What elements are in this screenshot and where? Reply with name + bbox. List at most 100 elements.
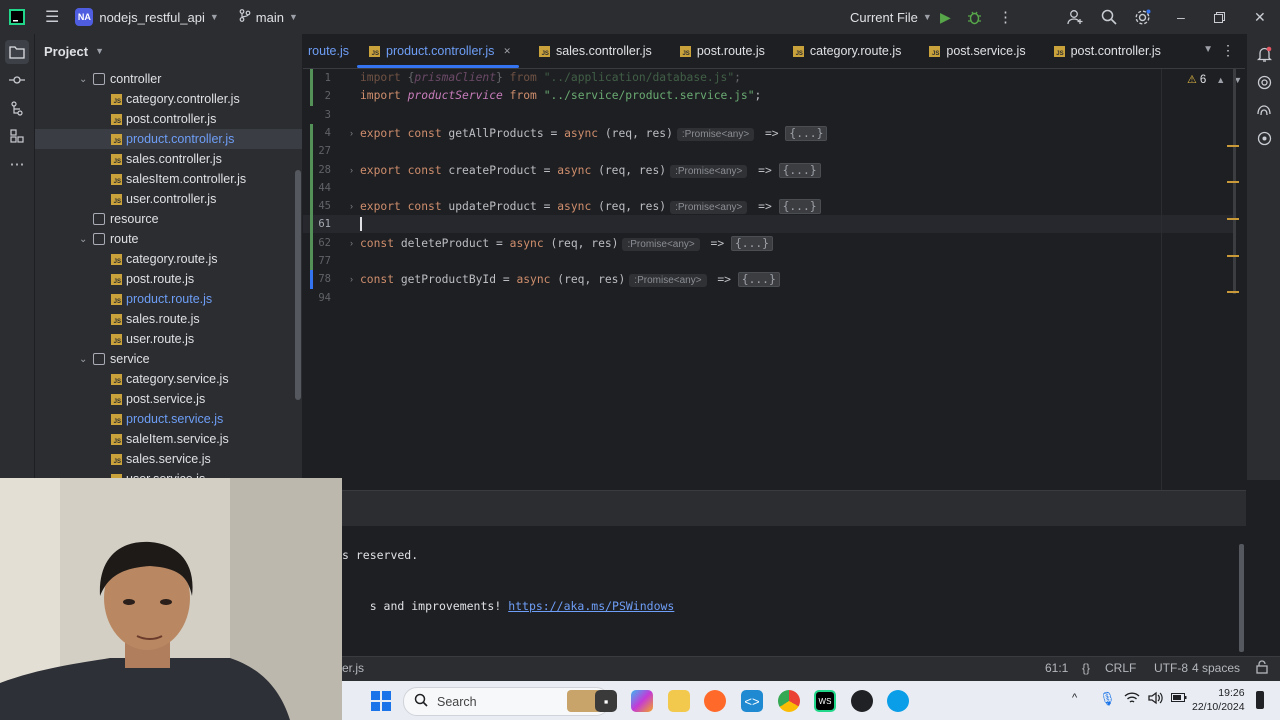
tree-file[interactable]: JS post.controller.js — [35, 109, 302, 129]
tree-file[interactable]: JS category.controller.js — [35, 89, 302, 109]
tab[interactable]: route.js — [303, 34, 357, 68]
minimize-icon[interactable]: – — [1177, 0, 1185, 34]
app-icon[interactable] — [887, 690, 909, 712]
warning-marker[interactable] — [1227, 291, 1239, 293]
tree-file[interactable]: JS user.route.js — [35, 329, 302, 349]
warning-marker[interactable] — [1227, 255, 1239, 257]
tray-overflow-icon[interactable]: ^ — [1072, 692, 1077, 704]
tree-file[interactable]: JS product.service.js — [35, 409, 302, 429]
webstorm-logo-icon[interactable] — [9, 0, 25, 34]
breadcrumb-file[interactable]: er.js — [342, 661, 364, 675]
task-view-icon[interactable]: ▪ — [595, 690, 617, 712]
code-line[interactable]: const getProductById = async (req, res):… — [360, 272, 780, 288]
tab[interactable]: JS post.service.js — [909, 34, 1033, 68]
tree-file[interactable]: JS category.service.js — [35, 369, 302, 389]
code-line[interactable]: export const updateProduct = async (req,… — [360, 199, 821, 215]
tree-folder[interactable]: resource — [35, 209, 302, 229]
file-explorer-icon[interactable] — [668, 690, 690, 712]
fold-expand-icon[interactable]: › — [350, 128, 353, 138]
settings-gear-icon[interactable] — [1134, 0, 1151, 34]
tree-folder[interactable]: ⌄ route — [35, 229, 302, 249]
previous-highlight-icon[interactable]: ▲ — [1216, 75, 1225, 85]
warning-marker[interactable] — [1227, 181, 1239, 183]
code-line[interactable]: export const getAllProducts = async (req… — [360, 125, 828, 141]
tab[interactable]: JS sales.controller.js — [519, 34, 660, 68]
tree-file[interactable]: JS product.controller.js — [35, 129, 302, 149]
warning-marker[interactable] — [1227, 145, 1239, 147]
chevron-down-icon[interactable]: ⌄ — [79, 234, 93, 245]
more-actions-icon[interactable]: ⋮ — [998, 0, 1013, 34]
tree-folder[interactable]: ⌄ service — [35, 349, 302, 369]
terminal-panel[interactable]: s reserved. s and improvements! https://… — [342, 526, 1246, 656]
battery-icon[interactable] — [1171, 691, 1187, 706]
tabs-more-icon[interactable]: ⋮ — [1221, 42, 1235, 59]
debug-icon[interactable] — [967, 0, 982, 34]
windows-start-icon[interactable] — [370, 690, 392, 712]
copilot-app-icon[interactable] — [631, 690, 653, 712]
project-scrollbar[interactable] — [295, 170, 301, 400]
main-menu-icon[interactable]: ☰ — [45, 0, 59, 34]
tab-active[interactable]: JS product.controller.js ✕ — [357, 34, 519, 68]
tree-folder[interactable]: ⌄ controller — [35, 69, 302, 89]
tree-file[interactable]: JS product.route.js — [35, 289, 302, 309]
folder-icon[interactable] — [5, 40, 29, 64]
error-stripe[interactable] — [1227, 69, 1239, 490]
code-line[interactable]: const deleteProduct = async (req, res):P… — [360, 235, 773, 251]
tab[interactable]: JS post.route.js — [660, 34, 773, 68]
tree-file[interactable]: JS sales.service.js — [35, 449, 302, 469]
code-line[interactable]: export const createProduct = async (req,… — [360, 162, 821, 178]
run-config-selector[interactable]: Current File ▼ — [850, 0, 932, 34]
fold-expand-icon[interactable]: › — [350, 165, 353, 175]
commit-icon[interactable] — [5, 68, 29, 92]
tab[interactable]: JS category.route.js — [773, 34, 909, 68]
search-icon[interactable] — [1101, 0, 1117, 34]
chrome-icon[interactable] — [778, 690, 800, 712]
tree-file[interactable]: JS salesItem.controller.js — [35, 169, 302, 189]
clock[interactable]: 19:26 22/10/2024 — [1192, 686, 1245, 714]
tree-file[interactable]: JS post.service.js — [35, 389, 302, 409]
run-icon[interactable]: ▶ — [940, 0, 951, 34]
ai-assistant-icon[interactable] — [1252, 70, 1276, 94]
tree-file[interactable]: JS sales.controller.js — [35, 149, 302, 169]
code-editor[interactable]: 1 2 3 4 › 27 28 › 44 45 › 61 62 › 77 78 › 94 import {pris… — [303, 69, 1245, 490]
chevron-down-icon[interactable]: ⌄ — [79, 74, 93, 85]
more-icon[interactable]: ⋯ — [5, 152, 29, 176]
tree-file[interactable]: JS saleItem.service.js — [35, 429, 302, 449]
fold-expand-icon[interactable]: › — [350, 274, 353, 284]
notifications-icon[interactable] — [1252, 42, 1276, 66]
firefox-icon[interactable] — [704, 690, 726, 712]
code-style-icon[interactable]: {} — [1082, 661, 1090, 675]
endpoints-icon[interactable] — [1252, 126, 1276, 150]
close-tab-icon[interactable]: ✕ — [503, 46, 511, 57]
restore-icon[interactable] — [1214, 0, 1225, 34]
caret-position[interactable]: 61:1 — [1045, 661, 1068, 675]
webstorm-taskbar-icon[interactable]: WS — [814, 690, 836, 712]
code-line[interactable]: import {prismaClient} from "../applicati… — [360, 71, 741, 84]
tabs-overflow-icon[interactable]: ▼ — [1203, 44, 1213, 55]
close-window-icon[interactable]: ✕ — [1254, 0, 1266, 34]
chevron-down-icon[interactable]: ⌄ — [79, 354, 93, 365]
tree-file[interactable]: JS post.route.js — [35, 269, 302, 289]
github-desktop-icon[interactable] — [851, 690, 873, 712]
plugins-icon[interactable] — [5, 124, 29, 148]
terminal-scrollbar[interactable] — [1239, 544, 1244, 652]
branch-switcher[interactable]: main ▼ — [239, 0, 298, 34]
fold-expand-icon[interactable]: › — [350, 201, 353, 211]
volume-icon[interactable] — [1148, 691, 1164, 708]
structure-icon[interactable] — [5, 96, 29, 120]
copilot-icon[interactable] — [1252, 98, 1276, 122]
taskbar-search[interactable]: Search — [403, 687, 610, 716]
tree-file[interactable]: JS user.controller.js — [35, 189, 302, 209]
code-line[interactable]: import productService from "../service/p… — [360, 89, 761, 102]
file-encoding[interactable]: UTF-8 — [1154, 661, 1188, 675]
line-ending[interactable]: CRLF — [1105, 661, 1136, 675]
project-panel-header[interactable]: Project ▼ — [35, 34, 302, 68]
fold-expand-icon[interactable]: › — [350, 238, 353, 248]
vcs-change-marker[interactable] — [310, 69, 313, 106]
powershell-link[interactable]: https://aka.ms/PSWindows — [508, 599, 674, 613]
project-switcher[interactable]: NA nodejs_restful_api ▼ — [75, 0, 219, 34]
tree-file[interactable]: JS sales.route.js — [35, 309, 302, 329]
tree-file[interactable]: JS category.route.js — [35, 249, 302, 269]
warning-marker[interactable] — [1227, 218, 1239, 220]
vscode-icon[interactable]: <> — [741, 690, 763, 712]
